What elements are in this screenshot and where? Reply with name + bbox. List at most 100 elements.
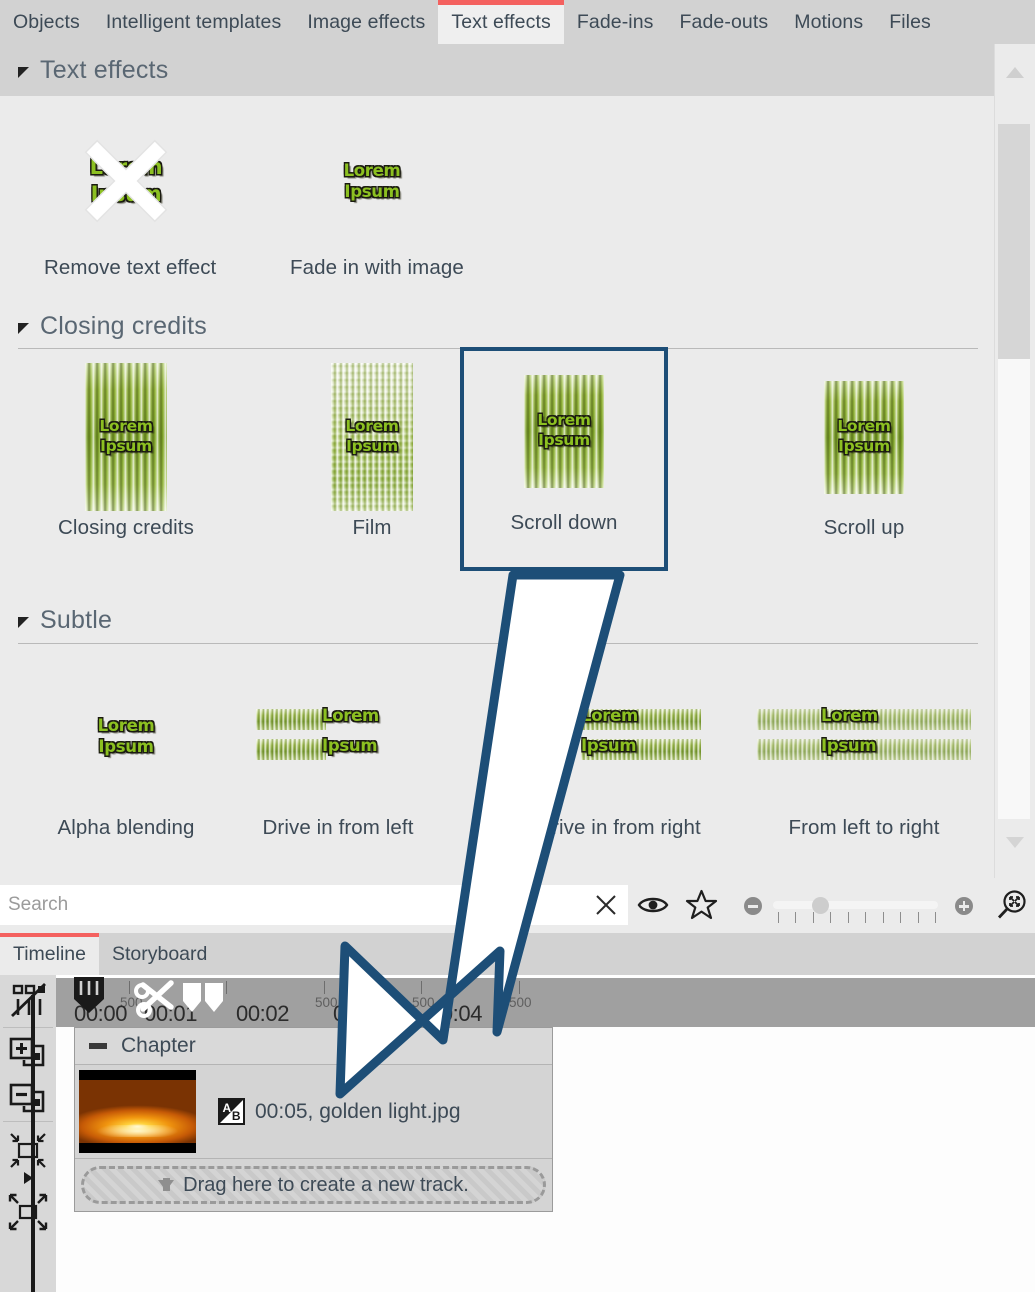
ab-letter-b: B [232,1109,241,1123]
search-input[interactable] [0,885,628,925]
tab-fade-outs[interactable]: Fade-outs [667,0,782,44]
effect-thumbnail: Lorem Ipsum [464,351,664,511]
effect-label: Scroll down [464,511,664,535]
effect-item-scroll-down[interactable]: Lorem Ipsum Scroll down [460,347,668,571]
timeline-tab-timeline[interactable]: Timeline [0,933,99,975]
group-title: Subtle [40,606,112,635]
effects-search-bar [0,878,1035,933]
zoom-tick [813,912,814,923]
ab-letter-a: A [223,1101,232,1115]
add-track-icon [9,1037,47,1071]
group-header-closing-credits[interactable]: Closing credits [18,312,207,341]
tab-files[interactable]: Files [876,0,944,44]
thumb-lorem-line1: Lorem [99,417,152,437]
effect-label: Scroll up [782,516,946,540]
effect-item-closing-credits[interactable]: Lorem Ipsum Closing credits [44,362,208,540]
tab-label: Motions [794,11,863,34]
thumb-stripe-bar [256,709,326,730]
scroll-down-button[interactable] [995,822,1035,862]
zoom-out-button[interactable] [744,897,762,915]
search-clear-button[interactable] [586,885,626,925]
effect-item-fade-in-with-image[interactable]: Lorem Ipsum Fade in with image [290,106,454,280]
effect-label: Remove text effect [44,256,208,280]
range-marker-icon[interactable] [181,981,227,1015]
timeline-tab-bar: Timeline Storyboard [0,933,1035,975]
scrollbar-thumb[interactable] [998,124,1030,359]
favorites-button[interactable] [682,885,720,925]
tab-label: Files [889,11,931,34]
thumb-stripes: Lorem Ipsum [524,375,604,488]
tab-text-effects[interactable]: Text effects [438,0,563,44]
effect-item-film[interactable]: Lorem Ipsum Film [290,362,454,540]
thumb-film-stripes: Lorem Ipsum [331,363,413,511]
collapse-triangle-icon[interactable] [18,323,29,334]
thumb-lorem-line2: Ipsum [821,735,876,756]
tab-objects[interactable]: Objects [0,0,93,44]
thumb-lorem-line2: Ipsum [90,181,163,208]
panel-scrollbar[interactable] [994,44,1035,878]
zoom-fit-button[interactable] [993,885,1031,925]
preview-toggle-button[interactable] [634,885,672,925]
scissors-icon[interactable] [131,977,183,1019]
effect-item-alpha-blending[interactable]: Lorem Ipsum Alpha blending [44,656,208,840]
collapse-triangle-icon[interactable] [18,617,29,628]
ruler-tick [519,981,520,994]
playhead-handle[interactable] [72,975,106,1027]
thumb-lorem-line1: Lorem [344,160,401,181]
timeline-clip[interactable]: A B 00:05, golden light.jpg [75,1065,552,1159]
timeline-tab-label: Storyboard [112,943,207,966]
ruler-time-label: 00:02 [236,1001,289,1027]
add-track-button[interactable] [3,1029,53,1079]
effect-item-drive-in-from-left[interactable]: Lorem Ipsum Drive in from left [256,656,420,840]
toggle-tracks-button[interactable] [3,975,53,1025]
effect-item-from-left-to-right[interactable]: Lorem Ipsum From left to right [782,656,946,840]
main-tab-bar: Objects Intelligent templates Image effect… [0,0,1035,44]
tab-image-effects[interactable]: Image effects [294,0,438,44]
timeline-body: 500 500 500 500 00:00 00:01 00:02 00:03 … [0,975,1035,1292]
remove-track-button[interactable] [3,1075,53,1125]
expand-tracks-button[interactable] [3,1187,53,1237]
scroll-up-button[interactable] [995,52,1035,92]
toolbar-divider [3,1121,53,1122]
effect-label: Film [290,516,454,540]
thumb-lorem-line1: Lorem [90,154,163,181]
drop-zone-wrapper: Drag here to create a new track. [75,1159,552,1211]
zoom-slider-track[interactable] [773,901,938,909]
thumb-lorem-line1: Lorem [98,715,155,736]
new-track-drop-zone[interactable]: Drag here to create a new track. [81,1166,546,1204]
collapse-minus-icon[interactable] [89,1043,107,1049]
effect-thumbnail: Lorem Ipsum [537,656,701,816]
chevron-down-icon [1006,837,1024,848]
scrollbar-track[interactable] [998,359,1030,819]
tab-fade-ins[interactable]: Fade-ins [564,0,667,44]
thumb-lorem-line1: Lorem [345,417,398,437]
playhead-line [31,995,35,1292]
star-icon [685,889,718,921]
tab-label: Fade-ins [577,11,654,34]
collapse-triangle-icon[interactable] [18,67,29,78]
effect-item-scroll-up[interactable]: Lorem Ipsum Scroll up [782,362,946,540]
zoom-tick [865,912,866,923]
tab-intelligent-templates[interactable]: Intelligent templates [93,0,295,44]
effect-thumbnail: Lorem Ipsum [44,656,208,816]
zoom-in-button[interactable] [955,897,973,915]
tab-label: Objects [13,11,80,34]
effect-thumbnail: Lorem Ipsum [782,362,946,512]
effect-item-drive-in-from-right[interactable]: Lorem Ipsum Drive in from right [537,656,701,840]
effect-item-remove-text-effect[interactable]: Lorem Ipsum Remove text effect [44,106,208,280]
chapter-block[interactable]: Chapter A B 00:05, golden light.jpg Drag… [74,1027,553,1212]
ruler-tick [324,981,325,994]
tab-label: Image effects [307,11,425,34]
timeline-tab-storyboard[interactable]: Storyboard [99,933,220,975]
chapter-header[interactable]: Chapter [75,1028,552,1065]
ruler-time-label: 00:03 [333,1001,386,1027]
group-header-text-effects[interactable]: Text effects [0,44,995,96]
group-header-subtle[interactable]: Subtle [18,606,112,635]
chapter-label: Chapter [121,1034,196,1058]
timeline-ruler[interactable]: 500 500 500 500 00:00 00:01 00:02 00:03 … [56,975,1035,1027]
down-arrow-icon [158,1180,174,1191]
remove-track-icon [9,1083,47,1117]
tab-motions[interactable]: Motions [781,0,876,44]
ab-transition-icon[interactable]: A B [218,1098,245,1125]
toolbar-expander-button[interactable] [3,1167,53,1189]
